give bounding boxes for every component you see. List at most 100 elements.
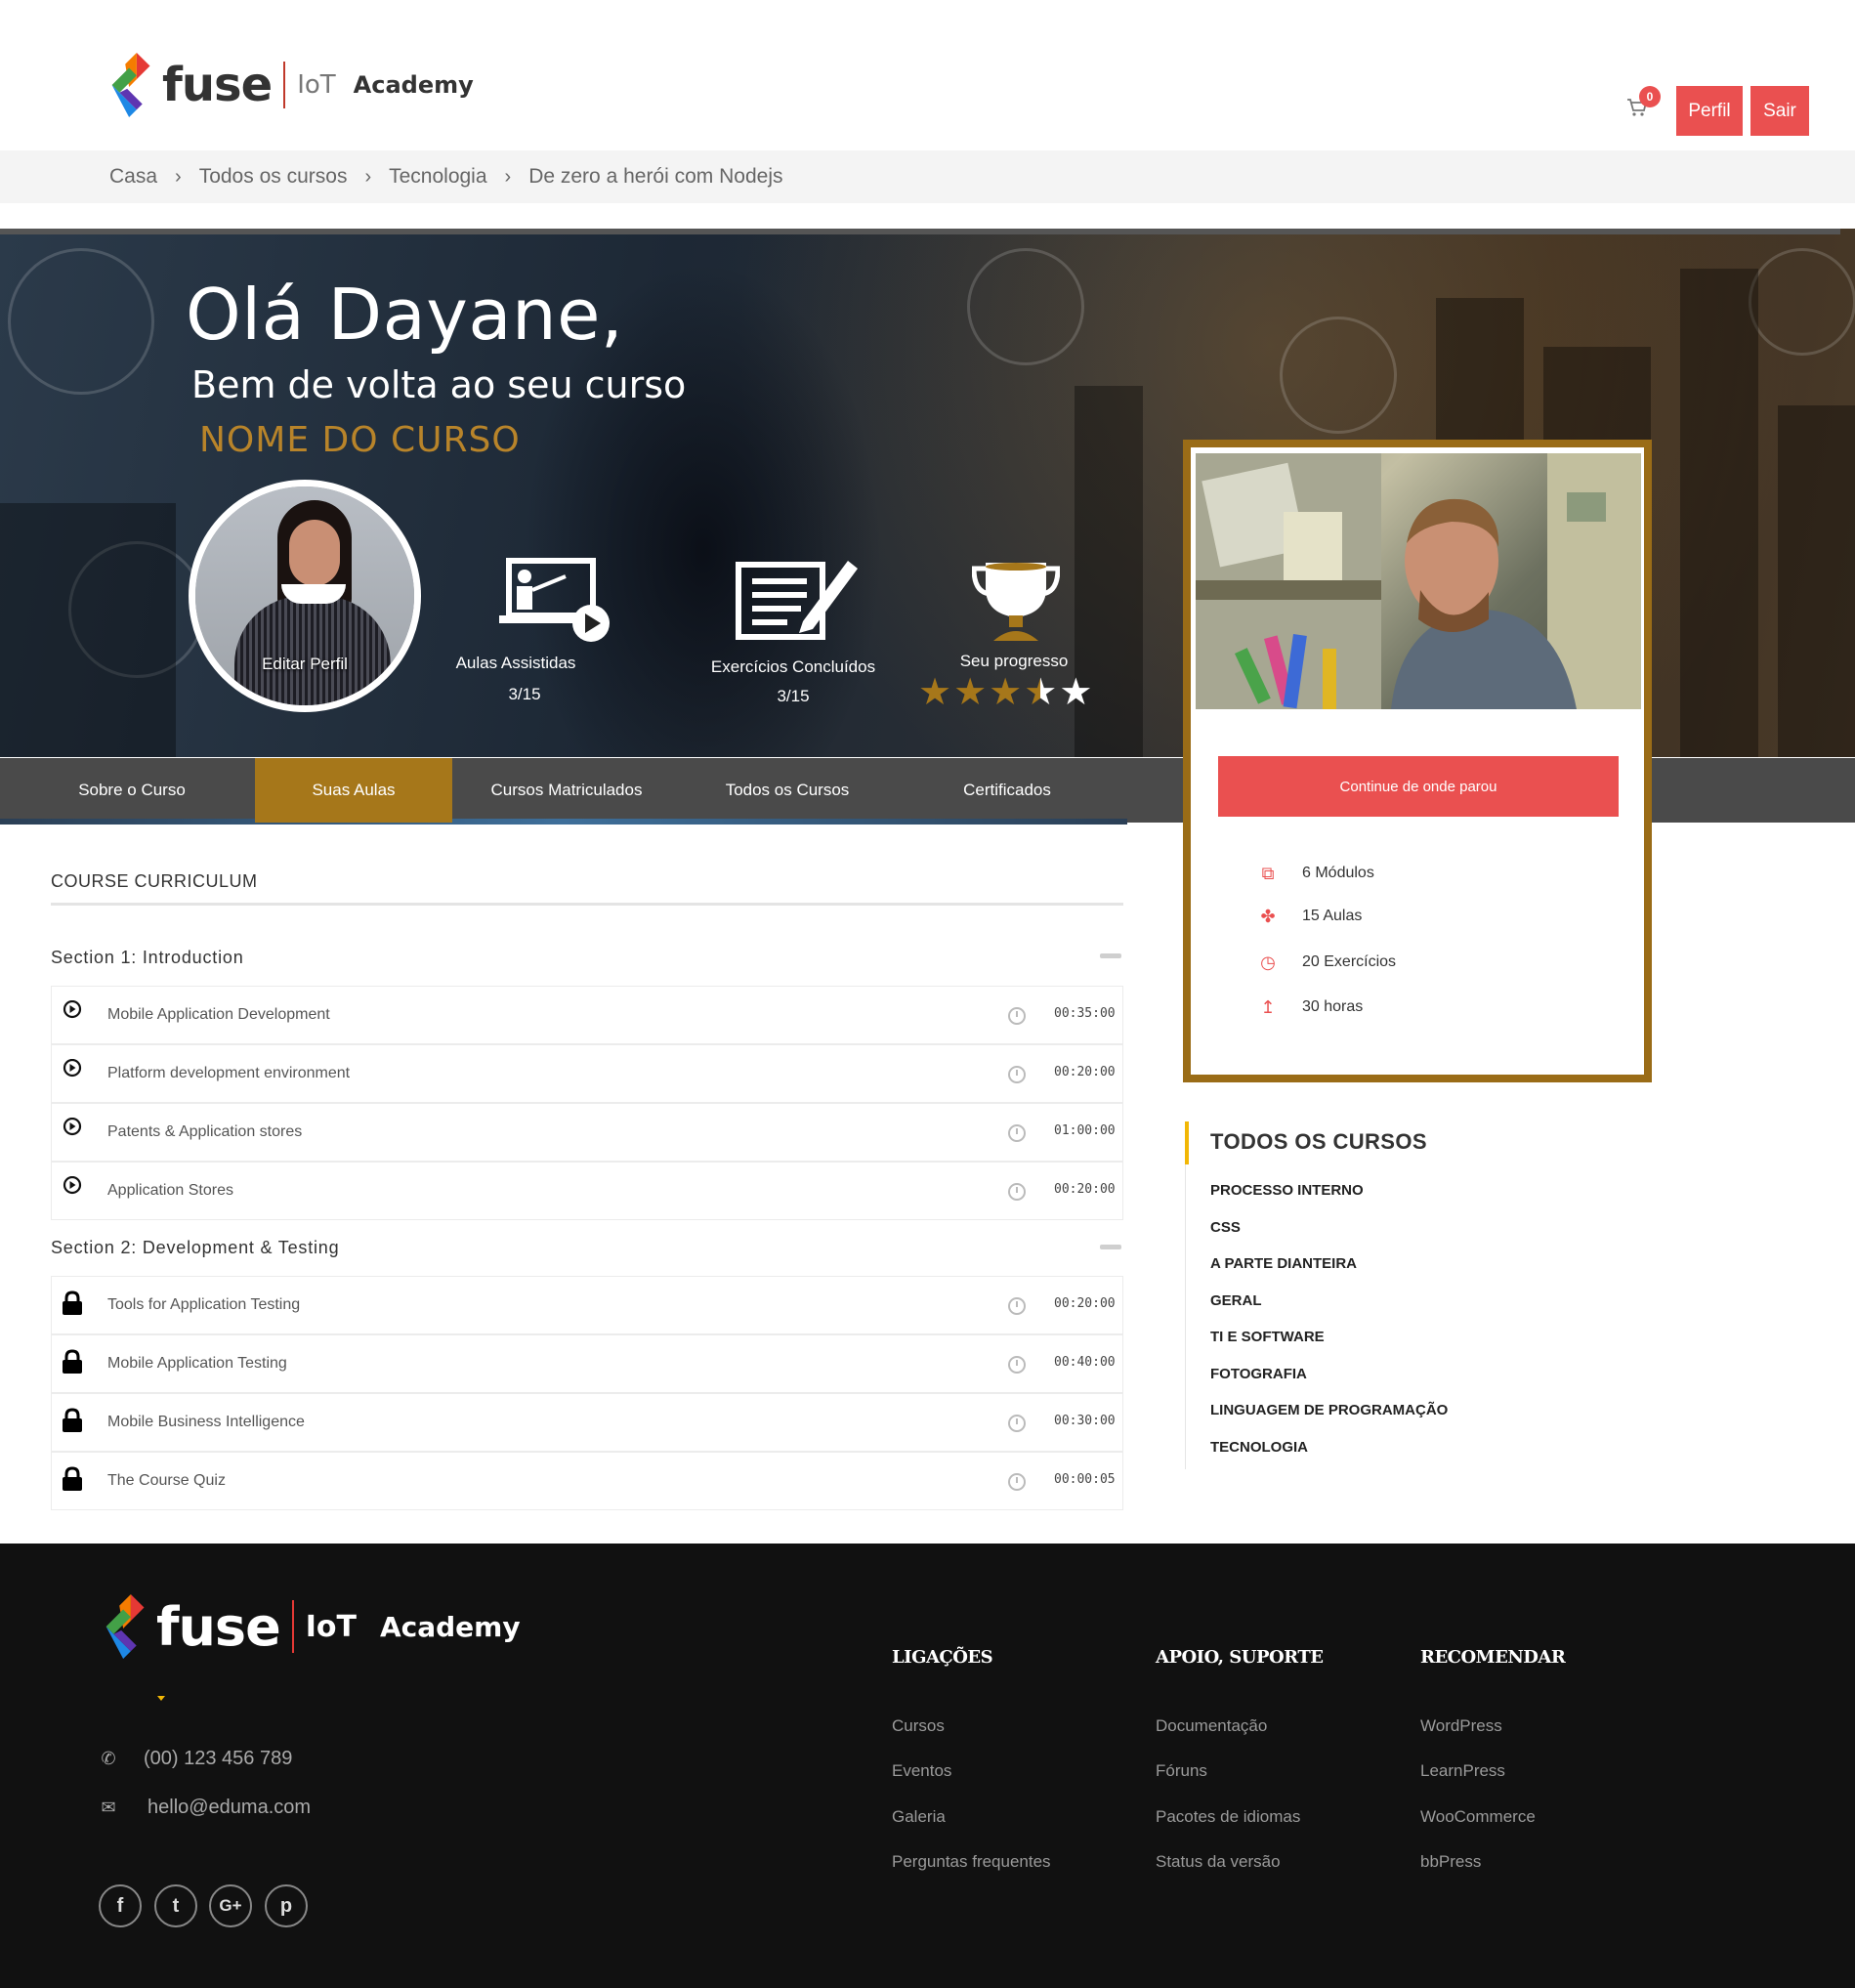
course-photo	[1196, 453, 1641, 709]
meta-modules: ⧉ 6 Módulos	[1258, 864, 1374, 883]
collapse-icon[interactable]	[1100, 1245, 1121, 1249]
fuse-logo-mark	[105, 1593, 145, 1660]
category-link[interactable]: A PARTE DIANTEIRA	[1210, 1255, 1357, 1272]
facebook-icon[interactable]: f	[99, 1884, 142, 1927]
footer-column-title: RECOMENDAR	[1420, 1647, 1566, 1668]
lesson-title: Application Stores	[107, 1182, 233, 1199]
tab-all-courses[interactable]: Todos os Cursos	[690, 758, 885, 823]
footer-link[interactable]: WooCommerce	[1420, 1807, 1536, 1827]
footer-logo-word: fuse	[156, 1595, 281, 1658]
tab-your-lessons[interactable]: Suas Aulas	[255, 758, 452, 823]
footer-email[interactable]: ✉ hello@eduma.com	[99, 1797, 311, 1819]
tab-about-course[interactable]: Sobre o Curso	[39, 758, 225, 823]
footer-link[interactable]: Cursos	[892, 1716, 945, 1736]
footer-link[interactable]: Perguntas frequentes	[892, 1852, 1051, 1872]
footer-link[interactable]: WordPress	[1420, 1716, 1502, 1736]
footer-link[interactable]: Galeria	[892, 1807, 946, 1827]
hero-building	[0, 503, 176, 757]
logo-word: fuse	[162, 58, 273, 112]
footer-link[interactable]: LearnPress	[1420, 1761, 1505, 1781]
course-name: NOME DO CURSO	[199, 420, 521, 460]
meta-modules-text: 6 Módulos	[1302, 865, 1374, 881]
star-filled-icon: ★	[989, 672, 1023, 713]
exercise-edit-icon	[736, 561, 858, 640]
play-circle-icon	[63, 1000, 82, 1019]
breadcrumb-all-courses[interactable]: Todos os cursos	[199, 165, 348, 189]
footer-column-title: LIGAÇÕES	[892, 1647, 993, 1668]
category-link[interactable]: CSS	[1210, 1219, 1241, 1236]
footer-link[interactable]: Status da versão	[1156, 1852, 1281, 1872]
copy-icon: ⧉	[1261, 864, 1275, 883]
tab-enrolled-courses[interactable]: Cursos Matriculados	[469, 758, 664, 823]
pinterest-icon[interactable]: p	[265, 1884, 308, 1927]
footer-link[interactable]: Pacotes de idiomas	[1156, 1807, 1300, 1827]
clock-icon	[1008, 1356, 1026, 1374]
category-accent-bar	[1185, 1121, 1189, 1164]
edit-profile-link[interactable]: Editar Perfil	[195, 655, 414, 674]
lesson-row[interactable]: Mobile Business Intelligence 00:30:00	[51, 1393, 1123, 1452]
footer-link[interactable]: Eventos	[892, 1761, 951, 1781]
lesson-row[interactable]: Patents & Application stores 01:00:00	[51, 1103, 1123, 1162]
hero-building	[1680, 269, 1758, 757]
star-half-icon: ★	[1024, 672, 1058, 713]
footer-link[interactable]: Fóruns	[1156, 1761, 1207, 1781]
stat-lessons-value: 3/15	[508, 685, 541, 703]
breadcrumb-chevron-icon: ›	[175, 165, 182, 188]
continue-course-button[interactable]: Continue de onde parou	[1218, 756, 1619, 817]
lesson-duration: 00:20:00	[1054, 1182, 1116, 1197]
category-divider	[1185, 1164, 1186, 1469]
category-link[interactable]: FOTOGRAFIA	[1210, 1366, 1307, 1382]
category-link[interactable]: PROCESSO INTERNO	[1210, 1182, 1364, 1199]
hero-building	[1778, 405, 1855, 757]
collapse-icon[interactable]	[1100, 953, 1121, 958]
lesson-row[interactable]: Tools for Application Testing 00:20:00	[51, 1276, 1123, 1334]
lesson-row[interactable]: Mobile Application Testing 00:40:00	[51, 1334, 1123, 1393]
lesson-title: Platform development environment	[107, 1065, 351, 1081]
footer-logo[interactable]: fuse IoT Academy	[102, 1592, 521, 1661]
lesson-video-icon	[499, 558, 610, 642]
footer-logo-caret	[157, 1696, 165, 1701]
breadcrumb-home[interactable]: Casa	[109, 165, 157, 189]
lesson-row[interactable]: Mobile Application Development 00:35:00	[51, 986, 1123, 1044]
lock-icon	[63, 1290, 82, 1315]
avatar[interactable]: Editar Perfil	[189, 480, 421, 712]
logout-button[interactable]: Sair	[1750, 86, 1809, 136]
profile-button[interactable]: Perfil	[1676, 86, 1743, 136]
section-title[interactable]: Section 2: Development & Testing	[51, 1238, 339, 1258]
breadcrumb-category[interactable]: Tecnologia	[389, 165, 486, 189]
avatar-collar	[281, 584, 346, 604]
footer-column-title: APOIO, SUPORTE	[1156, 1647, 1324, 1668]
category-link[interactable]: LINGUAGEM DE PROGRAMAÇÃO	[1210, 1402, 1448, 1418]
breadcrumb-current: De zero a herói com Nodejs	[528, 165, 783, 188]
logo-iot: IoT	[297, 70, 336, 100]
twitter-icon[interactable]: t	[154, 1884, 197, 1927]
category-link[interactable]: TI E SOFTWARE	[1210, 1329, 1325, 1345]
section-title[interactable]: Section 1: Introduction	[51, 948, 244, 968]
stat-progress: Seu progresso	[916, 652, 1112, 671]
footer-link[interactable]: Documentação	[1156, 1716, 1267, 1736]
lesson-row[interactable]: The Course Quiz 00:00:05	[51, 1452, 1123, 1510]
lesson-row[interactable]: Platform development environment 00:20:00	[51, 1044, 1123, 1103]
clock-icon	[1008, 1007, 1026, 1025]
category-link[interactable]: TECNOLOGIA	[1210, 1439, 1308, 1456]
meta-hours: ↥ 30 horas	[1258, 997, 1363, 1017]
play-circle-icon	[63, 1118, 82, 1136]
category-link[interactable]: GERAL	[1210, 1292, 1262, 1309]
breadcrumb-chevron-icon: ›	[504, 165, 512, 188]
avatar-face	[289, 520, 340, 586]
footer-phone[interactable]: ✆ (00) 123 456 789	[99, 1748, 292, 1770]
greeting-title: Olá Dayane,	[186, 274, 624, 356]
category-list-title: TODOS OS CURSOS	[1210, 1129, 1427, 1154]
footer-logo-separator	[291, 1600, 294, 1653]
level-icon: ↥	[1260, 997, 1276, 1017]
lesson-row[interactable]: Application Stores 00:20:00	[51, 1162, 1123, 1220]
footer-link[interactable]: bbPress	[1420, 1852, 1481, 1872]
curriculum-title: COURSE CURRICULUM	[51, 871, 258, 891]
lesson-title: Patents & Application stores	[107, 1123, 303, 1140]
star-empty-icon: ★	[1059, 672, 1093, 713]
site-logo[interactable]: fuse IoT Academy	[107, 51, 474, 119]
google-plus-icon[interactable]: G+	[209, 1884, 252, 1927]
clock-icon	[1008, 1415, 1026, 1432]
progress-rating: ★ ★ ★ ★ ★	[918, 674, 1092, 711]
tab-certificates[interactable]: Certificados	[909, 758, 1105, 823]
